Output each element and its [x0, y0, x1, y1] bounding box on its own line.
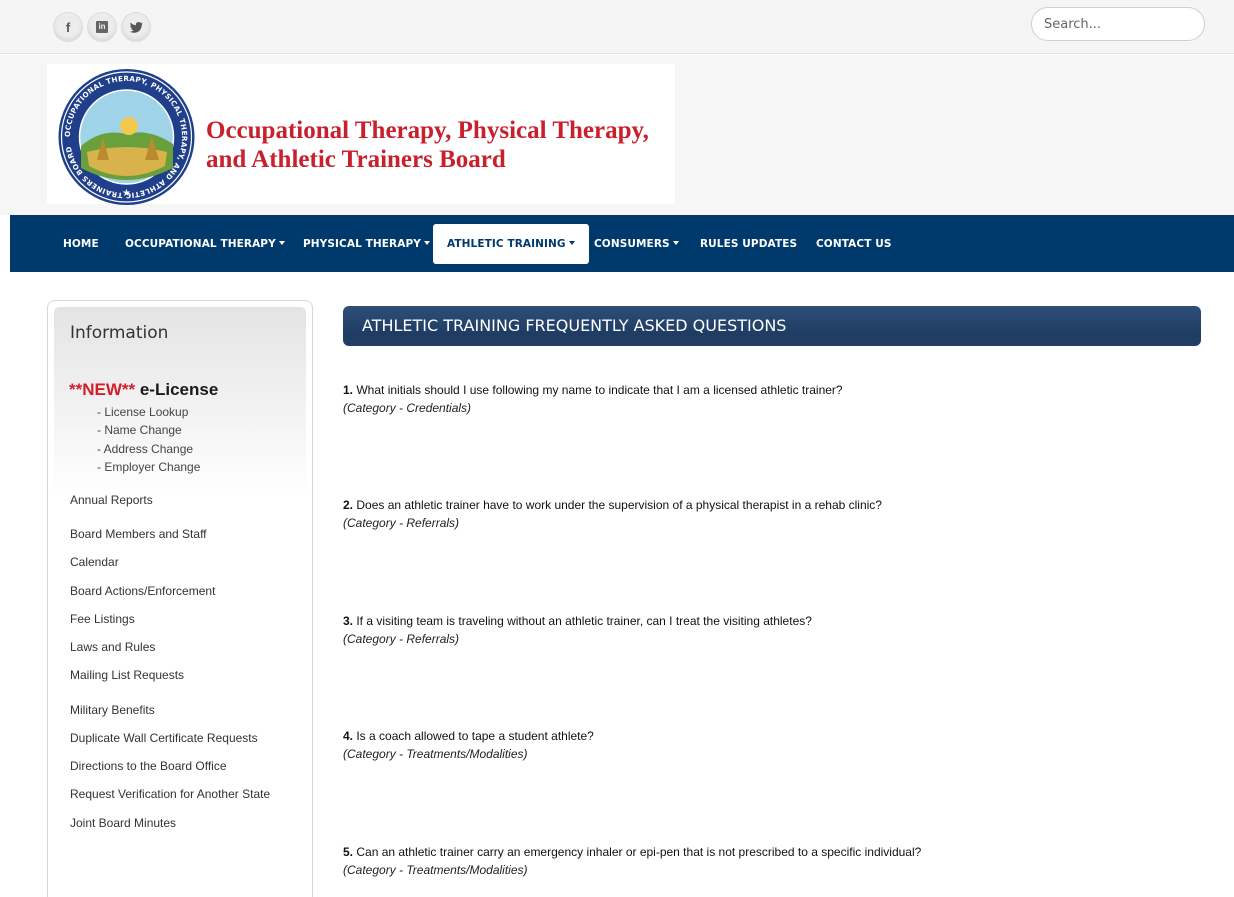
- chevron-down-icon: [423, 241, 430, 245]
- linkedin-icon[interactable]: in: [87, 12, 117, 42]
- nav-rules-updates-label: RULES UPDATES: [700, 238, 798, 250]
- nav-home-label: HOME: [63, 238, 99, 250]
- nav-consumers-label: CONSUMERS: [594, 238, 670, 250]
- faq-number: 5.: [343, 845, 354, 859]
- nav-contact-us-label: CONTACT US: [816, 238, 892, 250]
- sidebar-item-annual-reports[interactable]: Annual Reports: [70, 493, 153, 507]
- faq-question-text: What initials should I use following my …: [353, 383, 843, 397]
- sidebar-item-laws-rules[interactable]: Laws and Rules: [70, 640, 155, 654]
- faq-question[interactable]: 4. Is a coach allowed to tape a student …: [343, 729, 594, 743]
- sidebar-item-fee-listings[interactable]: Fee Listings: [70, 612, 135, 626]
- chevron-down-icon: [672, 241, 679, 245]
- faq-question[interactable]: 3. If a visiting team is traveling witho…: [343, 614, 812, 628]
- chevron-down-icon: [278, 241, 285, 245]
- svg-text:★: ★: [122, 188, 131, 199]
- faq-question-text: If a visiting team is traveling without …: [353, 614, 812, 628]
- top-bar: f in: [0, 0, 1234, 54]
- sidebar-item-duplicate-certificate[interactable]: Duplicate Wall Certificate Requests: [70, 731, 258, 745]
- sidebar-item-board-actions[interactable]: Board Actions/Enforcement: [70, 584, 215, 598]
- sidebar-item-mailing-list[interactable]: Mailing List Requests: [70, 668, 184, 682]
- nav-rules-updates[interactable]: RULES UPDATES: [700, 224, 797, 264]
- sidebar-item-military-benefits[interactable]: Military Benefits: [70, 703, 155, 717]
- faq-category: (Category - Credentials): [343, 401, 472, 415]
- board-seal-logo: OCCUPATIONAL THERAPY, PHYSICAL THERAPY, …: [58, 69, 195, 205]
- faq-question[interactable]: 2. Does an athletic trainer have to work…: [343, 498, 882, 512]
- sidebar-item-calendar[interactable]: Calendar: [70, 555, 119, 569]
- faq-category: (Category - Treatments/Modalities): [343, 863, 528, 877]
- page-title: ATHLETIC TRAINING FREQUENTLY ASKED QUEST…: [362, 316, 787, 335]
- twitter-bird-icon: [129, 21, 142, 33]
- faq-question[interactable]: 1. What initials should I use following …: [343, 383, 843, 397]
- board-title[interactable]: Occupational Therapy, Physical Therapy, …: [206, 116, 676, 174]
- twitter-icon[interactable]: [121, 12, 151, 42]
- faq-question-text: Can an athletic trainer carry an emergen…: [353, 845, 922, 859]
- faq-number: 2.: [343, 498, 354, 512]
- sidebar-item-directions[interactable]: Directions to the Board Office: [70, 759, 227, 773]
- faq-question[interactable]: 5. Can an athletic trainer carry an emer…: [343, 845, 921, 859]
- faq-category: (Category - Treatments/Modalities): [343, 747, 528, 761]
- faq-question-text: Is a coach allowed to tape a student ath…: [353, 729, 594, 743]
- nav-athletic-training-label: ATHLETIC TRAINING: [447, 238, 566, 250]
- sidebar-title: Information: [70, 323, 169, 343]
- address-change-link[interactable]: - Address Change: [97, 442, 193, 456]
- nav-occupational-therapy-label: OCCUPATIONAL THERAPY: [125, 238, 276, 250]
- sidebar-item-verification[interactable]: Request Verification for Another State: [70, 787, 270, 801]
- nav-athletic-training[interactable]: ATHLETIC TRAINING: [433, 224, 589, 264]
- faq-question-text: Does an athletic trainer have to work un…: [353, 498, 882, 512]
- nav-physical-therapy-label: PHYSICAL THERAPY: [303, 238, 421, 250]
- facebook-icon[interactable]: f: [53, 12, 83, 42]
- sidebar-item-board-members[interactable]: Board Members and Staff: [70, 527, 207, 541]
- license-lookup-link[interactable]: - License Lookup: [97, 405, 188, 419]
- name-change-link[interactable]: - Name Change: [97, 423, 182, 437]
- faq-category: (Category - Referrals): [343, 632, 460, 646]
- employer-change-link[interactable]: - Employer Change: [97, 460, 200, 474]
- elicense-link[interactable]: **NEW** e-License: [69, 380, 218, 400]
- main-nav: HOME OCCUPATIONAL THERAPY PHYSICAL THERA…: [10, 215, 1234, 272]
- sidebar-item-joint-board-minutes[interactable]: Joint Board Minutes: [70, 816, 176, 830]
- search-input[interactable]: [1031, 7, 1205, 41]
- chevron-down-icon: [568, 241, 575, 245]
- faq-number: 1.: [343, 383, 354, 397]
- nav-home[interactable]: HOME: [63, 224, 99, 264]
- faq-category: (Category - Referrals): [343, 516, 460, 530]
- new-badge: **NEW**: [69, 380, 136, 399]
- nav-occupational-therapy[interactable]: OCCUPATIONAL THERAPY: [125, 224, 285, 264]
- faq-number: 3.: [343, 614, 354, 628]
- nav-contact-us[interactable]: CONTACT US: [816, 224, 892, 264]
- facebook-glyph: f: [65, 19, 71, 35]
- linkedin-glyph: in: [96, 21, 108, 33]
- nav-consumers[interactable]: CONSUMERS: [594, 224, 679, 264]
- faq-number: 4.: [343, 729, 354, 743]
- elicense-label: e-License: [135, 380, 219, 399]
- nav-physical-therapy[interactable]: PHYSICAL THERAPY: [303, 224, 430, 264]
- faq-heading-bar: ATHLETIC TRAINING FREQUENTLY ASKED QUEST…: [343, 306, 1201, 346]
